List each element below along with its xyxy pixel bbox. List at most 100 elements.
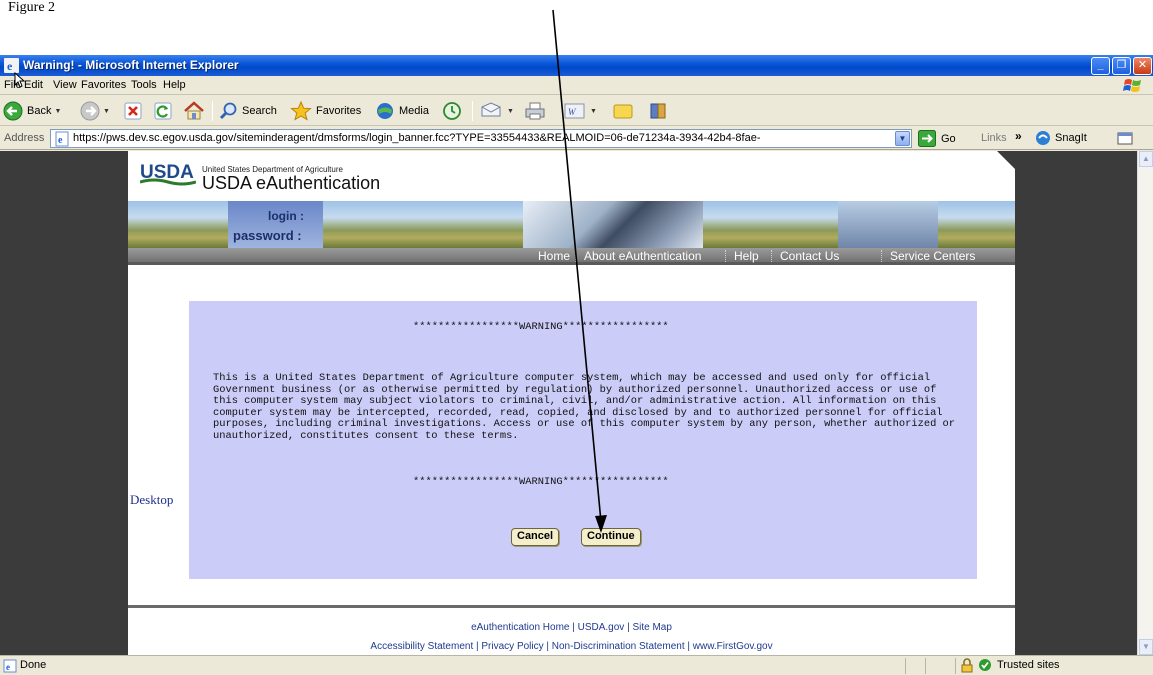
scroll-down-arrow-icon[interactable]: ▼ — [1139, 639, 1153, 655]
menu-help[interactable]: Help — [163, 79, 186, 91]
standard-toolbar: Back ▼ ▼ Search Favorites Media ▼ W ▼ — [0, 96, 1153, 126]
banner-login-text: login : — [268, 209, 304, 223]
warning-text: This is a United States Department of Ag… — [213, 372, 956, 442]
restore-button[interactable]: ❐ — [1112, 57, 1131, 75]
cancel-button[interactable]: Cancel — [511, 528, 560, 546]
refresh-icon — [154, 102, 172, 120]
nav-contact-us[interactable]: Contact Us — [780, 249, 839, 263]
mouse-cursor-icon — [14, 72, 26, 88]
window-title: Warning! - Microsoft Internet Explorer — [23, 58, 239, 72]
page-done-icon: e — [3, 659, 17, 673]
menu-favorites[interactable]: Favorites — [81, 79, 126, 91]
address-field[interactable]: e https://pws.dev.sc.egov.usda.gov/sitem… — [50, 129, 912, 148]
warning-panel: *****************WARNING****************… — [189, 301, 977, 579]
close-button[interactable]: ✕ — [1133, 57, 1152, 75]
back-button[interactable]: Back ▼ — [3, 100, 61, 122]
snagit-icon — [1036, 131, 1050, 145]
menu-view[interactable]: View — [53, 79, 77, 91]
go-button[interactable]: Go — [918, 130, 956, 147]
address-label: Address — [4, 132, 45, 144]
edit-button[interactable]: W ▼ — [563, 100, 597, 122]
links-toolbar[interactable]: Links — [981, 132, 1007, 144]
trusted-sites-check-icon — [979, 659, 991, 671]
close-icon: ✕ — [1137, 59, 1148, 71]
warning-footer: *****************WARNING****************… — [413, 476, 669, 488]
windows-logo-icon — [1121, 77, 1145, 94]
scroll-up-arrow-icon[interactable]: ▲ — [1139, 151, 1153, 167]
mail-button[interactable]: ▼ — [480, 100, 514, 122]
research-button[interactable] — [648, 100, 670, 122]
research-icon — [650, 103, 666, 119]
navigation-bar: Home About eAuthentication Help Contact … — [128, 248, 1015, 265]
page-icon: e — [55, 131, 69, 147]
svg-text:e: e — [6, 662, 10, 672]
nav-help[interactable]: Help — [734, 249, 759, 263]
edit-dropdown-icon[interactable]: ▼ — [590, 108, 597, 115]
figure-caption: Figure 2 — [8, 0, 56, 15]
search-button[interactable]: Search — [218, 100, 277, 122]
internet-explorer-icon: e — [4, 58, 19, 73]
desktop-link[interactable]: Desktop — [130, 492, 173, 508]
stop-button[interactable] — [123, 100, 143, 122]
menu-edit[interactable]: Edit — [24, 79, 43, 91]
browser-window: e Warning! - Microsoft Internet Explorer… — [0, 55, 1153, 675]
laptop-photo — [838, 201, 938, 248]
back-dropdown-icon[interactable]: ▼ — [54, 108, 61, 115]
mail-dropdown-icon[interactable]: ▼ — [507, 108, 514, 115]
app-title: USDA eAuthentication — [202, 173, 381, 193]
nav-service-centers[interactable]: Service Centers — [890, 249, 975, 263]
snagit-button[interactable]: SnagIt — [1035, 130, 1087, 146]
status-bar: e Done Trusted sites — [0, 655, 1153, 675]
banner-password-text: password : — [233, 228, 302, 243]
continue-button[interactable]: Continue — [581, 528, 641, 546]
print-button[interactable] — [524, 100, 546, 122]
nav-home[interactable]: Home — [538, 249, 570, 263]
home-icon — [184, 101, 204, 120]
discuss-button[interactable] — [612, 100, 636, 122]
title-bar[interactable]: e Warning! - Microsoft Internet Explorer… — [0, 55, 1153, 76]
favorites-button[interactable]: Favorites — [290, 100, 361, 122]
svg-text:e: e — [7, 59, 13, 73]
usda-logo-icon: USDA — [140, 162, 196, 186]
warning-header: *****************WARNING****************… — [413, 321, 669, 333]
favorites-star-icon — [290, 101, 312, 121]
page-footer: eAuthentication Home | USDA.gov | Site M… — [128, 605, 1015, 655]
status-text: Done — [20, 659, 47, 671]
usda-page: USDA United States Department of Agricul… — [128, 151, 1015, 655]
history-icon — [443, 102, 461, 120]
history-button[interactable] — [441, 100, 463, 122]
forward-button[interactable]: ▼ — [80, 100, 110, 122]
nav-about[interactable]: About eAuthentication — [584, 249, 701, 263]
svg-text:e: e — [58, 135, 63, 146]
snagit-capture-icon[interactable] — [1117, 131, 1135, 147]
refresh-button[interactable] — [153, 100, 173, 122]
mail-icon — [481, 102, 501, 117]
address-dropdown-icon[interactable]: ▼ — [895, 131, 910, 146]
search-icon — [219, 102, 237, 120]
print-icon — [525, 102, 545, 120]
word-edit-icon: W — [564, 103, 585, 119]
home-button[interactable] — [183, 100, 205, 122]
minimize-icon: _ — [1097, 59, 1104, 71]
media-button[interactable]: Media — [375, 100, 429, 122]
forward-arrow-icon — [80, 101, 100, 121]
stop-icon — [124, 102, 142, 120]
lock-icon — [961, 658, 973, 673]
address-bar: Address e https://pws.dev.sc.egov.usda.g… — [0, 127, 1153, 150]
keyboard-photo — [523, 201, 703, 248]
address-url[interactable]: https://pws.dev.sc.egov.usda.gov/sitemin… — [73, 132, 891, 144]
minimize-button[interactable]: _ — [1091, 57, 1110, 75]
vertical-scrollbar[interactable]: ▲ ▼ — [1137, 151, 1153, 655]
header-banner: login : password : — [128, 201, 1015, 248]
forward-dropdown-icon[interactable]: ▼ — [103, 108, 110, 115]
footer-links-secondary[interactable]: Accessibility Statement | Privacy Policy… — [128, 641, 1015, 652]
menu-tools[interactable]: Tools — [131, 79, 157, 91]
discuss-icon — [613, 104, 633, 119]
go-arrow-icon — [918, 130, 936, 147]
restore-icon: ❐ — [1116, 59, 1127, 71]
links-chevron[interactable]: » — [1015, 129, 1022, 143]
security-zone[interactable]: Trusted sites — [978, 658, 1060, 672]
media-icon — [377, 103, 393, 119]
back-arrow-icon — [3, 101, 23, 121]
footer-links-primary[interactable]: eAuthentication Home | USDA.gov | Site M… — [128, 622, 1015, 633]
